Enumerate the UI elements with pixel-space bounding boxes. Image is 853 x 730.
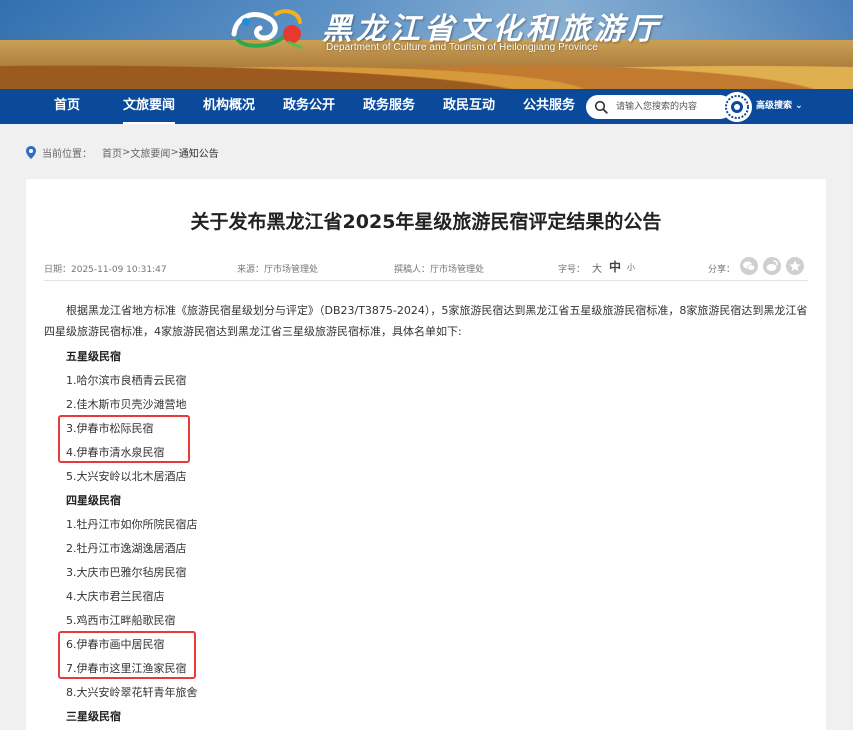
highlight-box-yichun-five-star [58,415,190,463]
font-size-large[interactable]: 大 [592,260,602,275]
list-item: 8.大兴安岭翠花轩青年旅舍 [66,686,198,699]
list-heading-three-star: 三星级民宿 [66,710,121,723]
article-intro-text: 根据黑龙江省地方标准《旅游民宿星级划分与评定》（DB23/T3875-2024）… [44,304,808,338]
weibo-share-icon[interactable] [763,257,781,275]
article-intro: 根据黑龙江省地方标准《旅游民宿星级划分与评定》（DB23/T3875-2024）… [44,300,808,342]
highlight-box-yichun-four-star [58,631,196,679]
article-date: 日期：2025-11-09 10:31:47 [44,265,167,275]
breadcrumb-sep: > [122,146,131,158]
breadcrumb-prefix: 当前位置： [42,148,92,160]
header-banner: 黑龙江省文化和旅游厅 Department of Culture and Tou… [0,0,853,89]
nav-item-interaction[interactable]: 政民互动 [443,89,495,124]
list-item: 1.牡丹江市如你所院民宿店 [66,518,198,531]
breadcrumb-sep: > [170,146,179,158]
list-item: 3.大庆市巴雅尔毡房民宿 [66,566,187,579]
list-heading-four-star: 四星级民宿 [66,494,121,507]
meta-divider [44,280,808,281]
search-input[interactable] [616,95,728,119]
list-item: 1.哈尔滨市良栖青云民宿 [66,374,187,387]
wechat-share-icon[interactable] [740,257,758,275]
list-heading-five-star: 五星级民宿 [66,350,121,363]
nav-item-gov-affairs-open[interactable]: 政务公开 [283,89,335,124]
search-icon[interactable] [594,100,608,114]
list-item: 5.鸡西市江畔船歌民宿 [66,614,176,627]
font-size-small[interactable]: 小 [627,262,635,273]
breadcrumb: 当前位置： 首页 > 文旅要闻 > 通知公告 [26,144,219,160]
share-label: 分享： [708,265,736,275]
list-item: 4.大庆市君兰民宿店 [66,590,165,603]
article-author: 撰稿人：厅市场管理处 [394,265,485,275]
article-source: 来源：厅市场管理处 [237,265,319,275]
nav-item-organization[interactable]: 机构概况 [203,89,255,124]
nav-item-gov-services[interactable]: 政务服务 [363,89,415,124]
breadcrumb-section[interactable]: 文旅要闻 [130,145,170,160]
nav-item-public-services[interactable]: 公共服务 [523,89,575,124]
nav-item-home[interactable]: 首页 [54,89,80,124]
national-emblem-icon [722,92,752,122]
font-size-label: 字号： [558,265,586,275]
advanced-search-link[interactable]: 高级搜索 ⌄ [756,89,803,124]
breadcrumb-home[interactable]: 首页 [102,145,122,160]
site-title-en: Department of Culture and Tourism of Hei… [326,42,598,53]
nav-item-culture-news[interactable]: 文旅要闻 [123,89,176,124]
list-item: 2.佳木斯市贝壳沙滩营地 [66,398,187,411]
list-item: 5.大兴安岭以北木居酒店 [66,470,187,483]
breadcrumb-current: 通知公告 [178,148,219,160]
favorite-share-icon[interactable] [786,257,804,275]
location-pin-icon [26,145,36,159]
province-logo-icon[interactable] [228,4,310,52]
search-box [586,95,732,119]
list-item: 2.牡丹江市逸湖逸居酒店 [66,542,187,555]
article-title: 关于发布黑龙江省2025年星级旅游民宿评定结果的公告 [190,211,662,233]
font-size-medium[interactable]: 中 [609,258,621,275]
